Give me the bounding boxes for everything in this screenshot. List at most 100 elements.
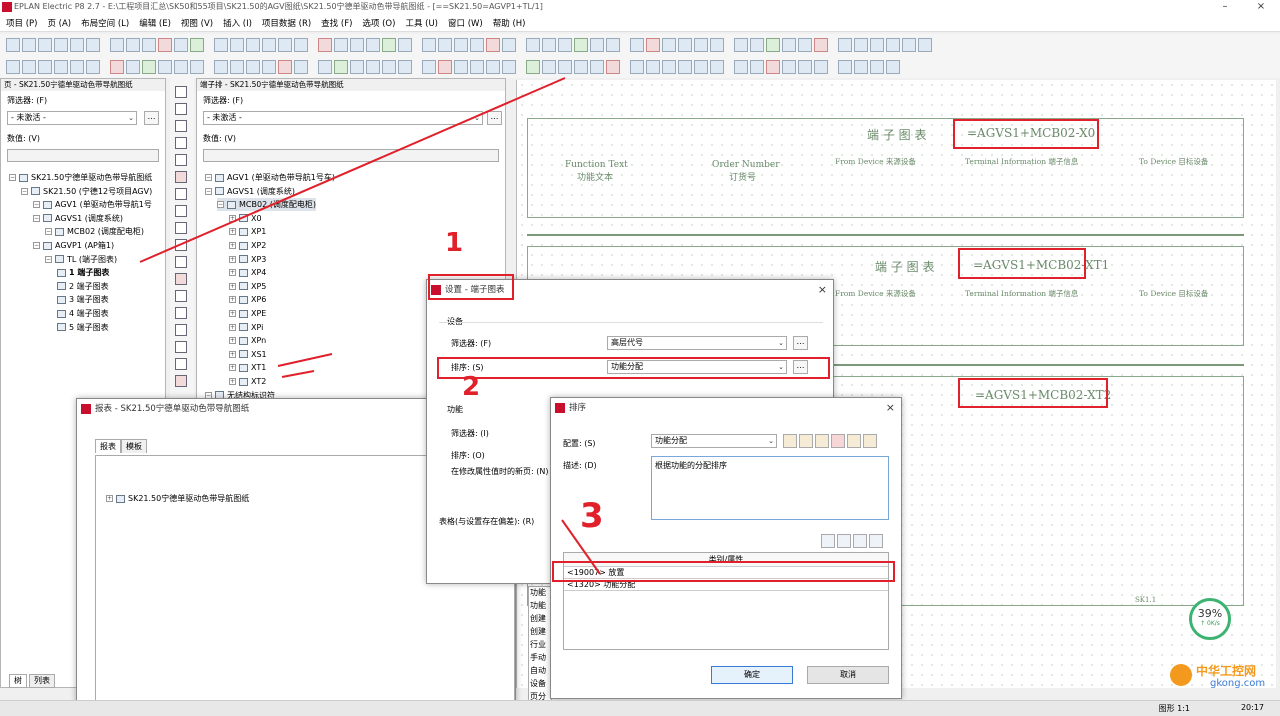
toolbar-button-icon[interactable]	[214, 38, 228, 52]
tab-list[interactable]: 列表	[29, 674, 55, 688]
page-tree-item[interactable]: − AGVP1 (AP箱1)	[33, 239, 114, 252]
menu-window[interactable]: 窗口 (W)	[448, 17, 483, 29]
config-select[interactable]: 功能分配 ⌄	[651, 434, 777, 448]
toolbar-button-icon[interactable]	[382, 60, 396, 74]
toolbar-button-icon[interactable]	[246, 38, 260, 52]
terminal-tree-item[interactable]: + XPE	[229, 307, 266, 320]
terminal-tree-item[interactable]: + XP2	[229, 239, 266, 252]
toolbar-button-icon[interactable]	[158, 38, 172, 52]
page-tree-item[interactable]: 2 端子图表	[57, 280, 109, 293]
toolbar-button-icon[interactable]	[294, 60, 308, 74]
expand-icon[interactable]: +	[229, 242, 236, 249]
toolbar-button-icon[interactable]	[558, 38, 572, 52]
toolbar-button-icon[interactable]	[6, 60, 20, 74]
property-row[interactable]: 创建	[530, 626, 552, 637]
property-row[interactable]: 手动	[530, 652, 552, 663]
toolbar-button-icon[interactable]	[262, 60, 276, 74]
toolbar-button-icon[interactable]	[38, 60, 52, 74]
expand-icon[interactable]: +	[229, 282, 236, 290]
toolbar-button-icon[interactable]	[542, 60, 556, 74]
terminal-tree-item[interactable]: + XP5	[229, 280, 266, 293]
menu-tools[interactable]: 工具 (U)	[405, 17, 438, 29]
toolbar-button-icon[interactable]	[798, 60, 812, 74]
toolbar-button-icon[interactable]	[526, 38, 540, 52]
terminal-tree-item[interactable]: + X0	[229, 212, 262, 225]
device-filter-more-button[interactable]: …	[793, 336, 808, 350]
copy-icon[interactable]	[815, 434, 829, 448]
toolbar-button-icon[interactable]	[246, 60, 260, 74]
toolbar-button-icon[interactable]	[734, 60, 748, 74]
toolbar-button-icon[interactable]	[70, 60, 84, 74]
toolbar-button-icon[interactable]	[558, 60, 572, 74]
toolbar-button-icon[interactable]	[766, 60, 780, 74]
toolbar-button-icon[interactable]	[662, 38, 676, 52]
palette-tool-icon[interactable]	[175, 358, 187, 370]
menu-project-data[interactable]: 项目数据 (R)	[262, 17, 311, 29]
terminal-tree-item[interactable]: + XP4	[229, 266, 266, 279]
device-filter-select[interactable]: 高层代号 ⌄	[607, 336, 787, 350]
toolbar-button-icon[interactable]	[782, 60, 796, 74]
toolbar-button-icon[interactable]	[854, 60, 868, 74]
terminal-filter-select[interactable]: - 未激活 - ⌄	[203, 111, 483, 125]
collapse-icon[interactable]: −	[9, 174, 16, 181]
toolbar-button-icon[interactable]	[230, 60, 244, 74]
cancel-button[interactable]: 取消	[807, 666, 889, 684]
toolbar-button-icon[interactable]	[886, 38, 900, 52]
ok-button[interactable]: 确定	[711, 666, 793, 684]
toolbar-button-icon[interactable]	[454, 38, 468, 52]
toolbar-button-icon[interactable]	[694, 60, 708, 74]
terminal-tree-item[interactable]: − AGV1 (单驱动色带导航1号车)	[205, 171, 335, 184]
menu-edit[interactable]: 编辑 (E)	[139, 17, 171, 29]
toolbar-button-icon[interactable]	[158, 60, 172, 74]
toolbar-button-icon[interactable]	[126, 60, 140, 74]
close-icon[interactable]: ×	[886, 398, 895, 418]
page-filter-select[interactable]: - 未激活 - ⌄	[7, 111, 137, 125]
collapse-icon[interactable]: −	[33, 214, 40, 222]
toolbar-button-icon[interactable]	[590, 38, 604, 52]
tree-item[interactable]: + SK21.50宁德单驱动色带导航图纸	[106, 492, 249, 505]
toolbar-button-icon[interactable]	[398, 60, 412, 74]
page-tree-item[interactable]: − AGV1 (单驱动色带导航1号	[33, 198, 152, 211]
page-tree-item[interactable]: 5 端子图表	[57, 321, 109, 334]
close-window-button[interactable]: ×	[1246, 0, 1276, 14]
expand-icon[interactable]: −	[217, 201, 224, 209]
toolbar-button-icon[interactable]	[486, 60, 500, 74]
toolbar-button-icon[interactable]	[526, 60, 540, 74]
toolbar-button-icon[interactable]	[606, 38, 620, 52]
expand-icon[interactable]: +	[229, 350, 236, 358]
palette-tool-icon[interactable]	[175, 103, 187, 115]
toolbar-button-icon[interactable]	[294, 38, 308, 52]
toolbar-button-icon[interactable]	[574, 60, 588, 74]
toolbar-button-icon[interactable]	[646, 60, 660, 74]
page-tree-item[interactable]: − SK21.50宁德单驱动色带导航图纸	[9, 171, 152, 184]
toolbar-button-icon[interactable]	[590, 60, 604, 74]
toolbar-button-icon[interactable]	[438, 38, 452, 52]
toolbar-button-icon[interactable]	[574, 38, 588, 52]
toolbar-button-icon[interactable]	[662, 60, 676, 74]
toolbar-button-icon[interactable]	[438, 60, 452, 74]
toolbar-button-icon[interactable]	[318, 38, 332, 52]
tab-templates[interactable]: 模板	[121, 439, 147, 453]
toolbar-button-icon[interactable]	[750, 60, 764, 74]
toolbar-button-icon[interactable]	[646, 38, 660, 52]
menu-insert[interactable]: 插入 (I)	[223, 17, 252, 29]
collapse-icon[interactable]: −	[45, 228, 52, 236]
toolbar-button-icon[interactable]	[814, 60, 828, 74]
palette-tool-icon[interactable]	[175, 120, 187, 132]
terminal-tree-item[interactable]: + XPi	[229, 321, 263, 334]
toolbar-button-icon[interactable]	[886, 60, 900, 74]
collapse-icon[interactable]: −	[21, 187, 28, 195]
terminal-tree-item[interactable]: − MCB02 (调度配电柜)	[217, 198, 316, 212]
expand-icon[interactable]: +	[229, 323, 236, 331]
toolbar-button-icon[interactable]	[750, 38, 764, 52]
toolbar-button-icon[interactable]	[422, 38, 436, 52]
page-filter-more-button[interactable]: …	[144, 111, 159, 125]
toolbar-button-icon[interactable]	[422, 60, 436, 74]
toolbar-button-icon[interactable]	[798, 38, 812, 52]
toolbar-button-icon[interactable]	[838, 38, 852, 52]
collapse-icon[interactable]: −	[45, 255, 52, 263]
menu-page[interactable]: 页 (A)	[47, 17, 71, 29]
toolbar-button-icon[interactable]	[766, 38, 780, 52]
toolbar-button-icon[interactable]	[174, 60, 188, 74]
toolbar-button-icon[interactable]	[542, 38, 556, 52]
